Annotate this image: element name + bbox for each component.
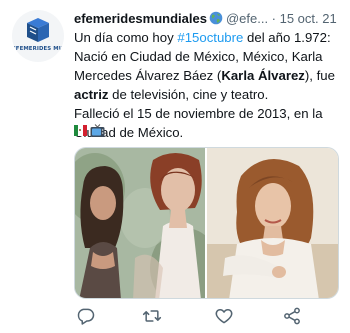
collage-illustration — [75, 148, 205, 298]
display-name[interactable]: efemeridesmundiales — [74, 11, 207, 26]
avatar-logo-text: EFEMERIDES MUNDIALE — [12, 46, 64, 52]
portrait-illustration — [207, 148, 338, 298]
tweet-text: Un día como hoy #15octubre del año 1.972… — [74, 28, 342, 142]
share-icon[interactable] — [282, 306, 302, 326]
hashtag-link[interactable]: #15octubre — [177, 30, 243, 45]
like-icon[interactable] — [214, 306, 234, 326]
avatar[interactable]: EFEMERIDES MUNDIALE — [12, 10, 64, 62]
text-death: Falleció el 15 de noviembre de 2013, en … — [74, 106, 323, 140]
text-role-bold: actriz — [74, 87, 109, 102]
photo-collage-left[interactable] — [75, 148, 205, 298]
tweet-actions — [74, 306, 340, 326]
tweet-media[interactable] — [74, 147, 339, 299]
mexico-flag-icon — [74, 125, 87, 136]
text-intro: Un día como hoy — [74, 30, 178, 45]
handle-and-time[interactable]: @efe... · 15 oct. 21 — [226, 11, 337, 26]
globe-icon — [209, 11, 223, 25]
text-fue: ), fue — [304, 68, 335, 83]
text-name-bold: Karla Álvarez — [221, 68, 305, 83]
television-icon — [90, 124, 105, 137]
retweet-icon[interactable] — [142, 306, 162, 326]
photo-portrait-right[interactable] — [207, 148, 338, 298]
tweet-header: efemeridesmundiales @efe... · 15 oct. 21 — [74, 9, 342, 29]
text-role-rest: de televisión, cine y teatro. — [108, 87, 269, 102]
reply-icon[interactable] — [76, 306, 96, 326]
book-cube-icon — [27, 18, 49, 42]
